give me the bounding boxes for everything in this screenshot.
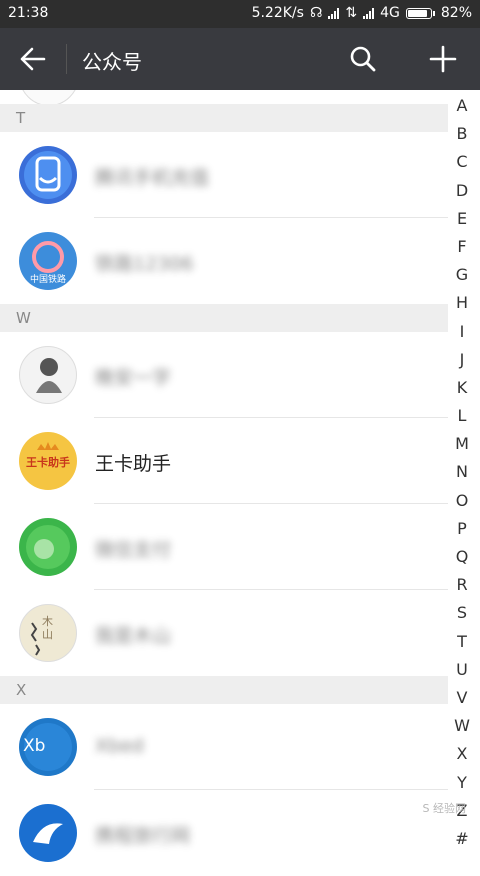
index-letter-d[interactable]: D <box>452 177 472 205</box>
top-bar: 公众号 <box>0 28 480 90</box>
list-item[interactable]: 腾讯手机充值 <box>0 132 448 218</box>
index-letter-n[interactable]: N <box>452 458 472 486</box>
phone-shield-icon <box>24 151 72 199</box>
index-letter-a[interactable]: A <box>452 92 472 120</box>
account-name: 铁路12306 <box>95 253 194 275</box>
index-letter-q[interactable]: Q <box>452 543 472 571</box>
index-letter-k[interactable]: K <box>452 374 472 402</box>
watermark: S 经验网 <box>422 802 466 815</box>
index-letter-l[interactable]: L <box>452 402 472 430</box>
section-header-w: W <box>0 304 448 332</box>
index-letter-p[interactable]: P <box>452 515 472 543</box>
header-divider <box>66 44 67 74</box>
avatar-caption: 中国铁路 <box>29 275 66 285</box>
index-letter-m[interactable]: M <box>452 430 472 458</box>
list-item[interactable]: Xb Xbed <box>0 704 448 790</box>
add-icon[interactable] <box>428 44 458 74</box>
alphabet-index: A B C D E F G H I J K L M N O P Q R S T U V W X Y Z # <box>452 92 472 853</box>
list-item[interactable]: 王卡助手 王卡助手 <box>0 418 448 504</box>
back-arrow-icon[interactable] <box>18 45 48 73</box>
account-name: 晚安一字 <box>95 367 172 389</box>
dolphin-icon <box>33 823 63 844</box>
account-name: 微信支付 <box>95 539 172 561</box>
index-letter-r[interactable]: R <box>452 571 472 599</box>
list-item[interactable]: 木山 我是木山 <box>0 590 448 676</box>
signal-icon <box>328 7 340 19</box>
account-name: 腾讯手机充值 <box>95 167 210 189</box>
data-transfer-icon: ⇅ <box>345 5 358 21</box>
status-right: 5.22K/s ☊ ⇅ 4G 82% <box>252 5 472 21</box>
headphone-icon: ☊ <box>309 5 323 21</box>
network-speed: 5.22K/s <box>251 5 304 21</box>
account-name: 携程旅行网 <box>95 825 191 847</box>
battery-icon <box>405 7 432 19</box>
status-time: 21:38 <box>8 5 49 21</box>
avatar <box>19 346 77 404</box>
official-accounts-list: T 腾讯手机充值 中国铁路 铁路12306 W 晚安一字 王卡助手 王卡助手 微… <box>0 90 448 876</box>
section-header-x: X <box>0 676 448 704</box>
index-letter-i[interactable]: I <box>452 318 472 346</box>
partial-list-item <box>0 90 448 104</box>
list-item[interactable]: 中国铁路 铁路12306 <box>0 218 448 304</box>
avatar: 中国铁路 <box>19 232 77 290</box>
account-name: 我是木山 <box>95 625 172 647</box>
list-item[interactable]: 微信支付 <box>0 504 448 590</box>
battery-level: 82% <box>440 5 472 21</box>
signal-icon-2 <box>363 7 375 19</box>
avatar-caption: 王卡助手 <box>26 456 70 469</box>
account-name: 王卡助手 <box>95 453 172 475</box>
search-icon[interactable] <box>348 44 378 74</box>
index-letter-e[interactable]: E <box>452 205 472 233</box>
index-letter-g[interactable]: G <box>452 261 472 289</box>
page-title: 公众号 <box>82 50 142 74</box>
partial-avatar <box>19 90 79 104</box>
index-letter-u[interactable]: U <box>452 656 472 684</box>
section-header-t: T <box>0 104 448 132</box>
index-letter-w[interactable]: W <box>452 712 472 740</box>
account-name: Xbed <box>95 735 144 757</box>
index-letter-j[interactable]: J <box>452 346 472 374</box>
index-letter-f[interactable]: F <box>452 233 472 261</box>
index-letter-t[interactable]: T <box>452 628 472 656</box>
avatar-caption: Xb <box>23 736 46 756</box>
status-bar: 21:38 5.22K/s ☊ ⇅ 4G 82% <box>0 0 480 28</box>
person-sketch-icon <box>36 358 62 393</box>
avatar-caption: 木山 <box>42 615 53 641</box>
index-letter-c[interactable]: C <box>452 148 472 176</box>
avatar <box>19 804 77 862</box>
list-item[interactable]: 晚安一字 <box>0 332 448 418</box>
list-item[interactable]: 携程旅行网 <box>0 790 448 876</box>
battery-tip <box>432 10 435 16</box>
index-letter-y[interactable]: Y <box>452 769 472 797</box>
avatar: 王卡助手 <box>19 432 77 490</box>
index-letter-s[interactable]: S <box>452 599 472 627</box>
avatar: Xb <box>19 718 77 776</box>
index-letter-x[interactable]: X <box>452 740 472 768</box>
index-letter-hash[interactable]: # <box>452 825 472 853</box>
index-letter-b[interactable]: B <box>452 120 472 148</box>
wechat-pay-icon <box>26 525 70 569</box>
index-letter-v[interactable]: V <box>452 684 472 712</box>
index-letter-h[interactable]: H <box>452 289 472 317</box>
avatar: 木山 <box>19 604 77 662</box>
network-type: 4G <box>380 5 400 21</box>
avatar <box>19 518 77 576</box>
avatar <box>19 146 77 204</box>
index-letter-o[interactable]: O <box>452 487 472 515</box>
